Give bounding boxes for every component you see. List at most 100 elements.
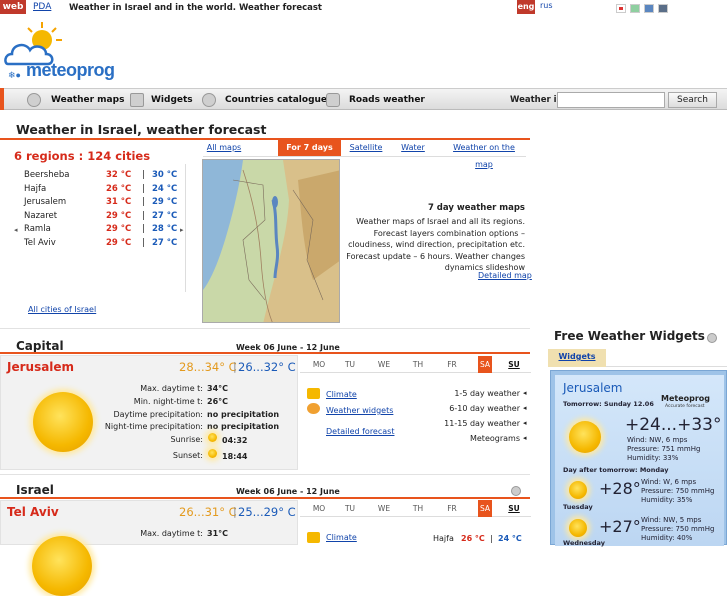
map-icon: [27, 93, 41, 107]
city-night-temp: 29 °C: [152, 197, 178, 207]
city-temperature-list: ◂ ▸ Beersheba 32 °C | 30 °C Hajfa 26 °C | 24 °…: [14, 164, 186, 292]
city-night-temp: 27 °C: [152, 210, 178, 221]
detail-label: Max. daytime t:: [140, 384, 203, 393]
city-day-temp: 32 °C: [106, 170, 132, 180]
day-tab[interactable]: WE: [367, 500, 401, 517]
nav-countries-catalogue[interactable]: Countries catalogue: [225, 89, 327, 111]
temp-separator: |: [142, 170, 145, 180]
widget-detail: Humidity: 40%: [641, 534, 693, 542]
day-tab[interactable]: TH: [401, 356, 435, 373]
forecast-label: Meteograms: [469, 434, 520, 443]
forecast-link-1-5[interactable]: 1-5 day weather: [420, 389, 520, 398]
day-tab-selected[interactable]: SA: [478, 500, 492, 517]
search-button[interactable]: Search: [668, 92, 717, 108]
settings-gear-icon[interactable]: [707, 333, 717, 343]
city-night-temp: 24 °C: [152, 183, 178, 194]
detail-label: Sunset:: [172, 451, 203, 460]
city-night-temp: 27 °C: [152, 237, 178, 248]
widget-temp-2: +28°: [599, 479, 641, 498]
israel-city-name[interactable]: Tel Aviv: [7, 505, 59, 519]
capital-night-range: 26...32° C: [238, 360, 296, 374]
day-tab[interactable]: FR: [435, 356, 469, 373]
day-tab[interactable]: MO: [302, 356, 336, 373]
day-tab[interactable]: WE: [367, 356, 401, 373]
language-russian[interactable]: rus: [540, 1, 553, 10]
widget-detail: Pressure: 750 mmHg: [641, 487, 715, 495]
day-tab[interactable]: SU: [498, 500, 530, 517]
city-name[interactable]: Tel Aviv: [24, 238, 56, 248]
climate-link[interactable]: Climate: [326, 390, 357, 399]
capital-weather-card: Jerusalem 28...34° C | 26...32° C Max. d…: [0, 355, 298, 470]
city-name[interactable]: Ramla: [24, 224, 51, 234]
theme-swatch-blue[interactable]: [644, 4, 654, 13]
language-english[interactable]: eng: [517, 0, 535, 14]
scroll-left-icon[interactable]: ◂: [14, 226, 18, 234]
logo-wordmark: meteoprog: [26, 60, 115, 80]
all-cities-link[interactable]: All cities of Israel: [28, 305, 96, 314]
web-version-link[interactable]: web: [0, 0, 26, 14]
nav-roads-weather[interactable]: Roads weather: [349, 89, 425, 111]
day-tab-selected[interactable]: SA: [478, 356, 492, 373]
city-name[interactable]: Jerusalem: [24, 197, 66, 207]
israel-night-range: 25...29° C: [238, 505, 296, 519]
arrow-left-icon: ◂: [523, 389, 527, 397]
day-tab[interactable]: FR: [435, 500, 469, 517]
forecast-link-11-15[interactable]: 11-15 day weather: [420, 419, 520, 428]
widget-detail: Wind: W, 6 mps: [641, 478, 697, 486]
tab-satellite[interactable]: Satellite: [348, 139, 384, 156]
forecast-label: 1-5 day weather: [454, 389, 520, 398]
tab-widgets[interactable]: Widgets: [548, 349, 606, 367]
day-tab[interactable]: TU: [333, 500, 367, 517]
widget-date: Tomorrow: Sunday 12.06: [563, 400, 654, 408]
israel-week-range: Week 06 June - 12 June: [236, 487, 340, 496]
widget-temp-main: +24...+33°: [625, 415, 722, 435]
tab-all-maps[interactable]: All maps: [203, 139, 245, 156]
theme-swatch-white[interactable]: [616, 4, 626, 13]
detailed-map-link[interactable]: Detailed map: [478, 271, 532, 280]
day-tab[interactable]: TU: [333, 356, 367, 373]
weather-widgets-icon: [307, 403, 320, 414]
day-tab[interactable]: TH: [401, 500, 435, 517]
city-day-temp: 29 °C: [106, 237, 132, 248]
capital-city-name[interactable]: Jerusalem: [7, 360, 74, 374]
city-search-input[interactable]: [557, 92, 665, 108]
israel-weather-map[interactable]: [202, 159, 340, 323]
nav-widgets[interactable]: Widgets: [151, 89, 193, 111]
city-row: Jerusalem 31 °C | 29 °C: [24, 197, 184, 210]
forecast-link-6-10[interactable]: 6-10 day weather: [420, 404, 520, 413]
range-separator: |: [233, 360, 237, 373]
meteograms-link[interactable]: Meteograms: [420, 434, 520, 443]
detail-value: 18:44: [222, 452, 248, 461]
city-night-temp: 30 °C: [152, 170, 178, 180]
weather-widgets-link[interactable]: Weather widgets: [326, 406, 393, 415]
tab-weather-on-map[interactable]: Weather on the map: [447, 139, 521, 169]
city-row: Nazaret 29 °C | 27 °C: [24, 211, 184, 224]
side-city-night: 24 °C: [498, 534, 522, 543]
israel-heading: Israel: [16, 483, 54, 497]
side-city-name[interactable]: Hajfa: [433, 534, 454, 543]
main-navigation: Weather maps Widgets Countries catalogue…: [0, 88, 727, 110]
city-name[interactable]: Nazaret: [24, 211, 57, 221]
city-row: Beersheba 32 °C | 30 °C: [24, 170, 184, 183]
city-name[interactable]: Hajfa: [24, 184, 46, 194]
theme-swatch-green[interactable]: [630, 4, 640, 13]
sunrise-icon: [208, 433, 217, 442]
city-name[interactable]: Beersheba: [24, 170, 69, 180]
climate-link[interactable]: Climate: [326, 533, 357, 542]
theme-swatch-slate[interactable]: [658, 4, 668, 13]
day-tab[interactable]: MO: [302, 500, 336, 517]
widget-icon: [130, 93, 144, 107]
tab-water[interactable]: Water: [398, 139, 428, 156]
widget-detail: Humidity: 33%: [627, 454, 679, 462]
settings-gear-icon[interactable]: [511, 486, 521, 496]
nav-weather-maps[interactable]: Weather maps: [51, 89, 124, 111]
car-icon: [326, 93, 340, 107]
pda-version-link[interactable]: PDA: [33, 2, 51, 12]
section-divider: [0, 474, 530, 475]
detailed-forecast-link[interactable]: Detailed forecast: [326, 427, 394, 436]
weather-widget-preview[interactable]: Jerusalem Tomorrow: Sunday 12.06 Meteopr…: [550, 370, 727, 547]
svg-text:❄●: ❄●: [8, 70, 21, 80]
tab-for-7-days[interactable]: For 7 days: [278, 139, 341, 156]
widget-brand: Meteoprog: [661, 394, 711, 403]
day-tab[interactable]: SU: [498, 356, 530, 373]
